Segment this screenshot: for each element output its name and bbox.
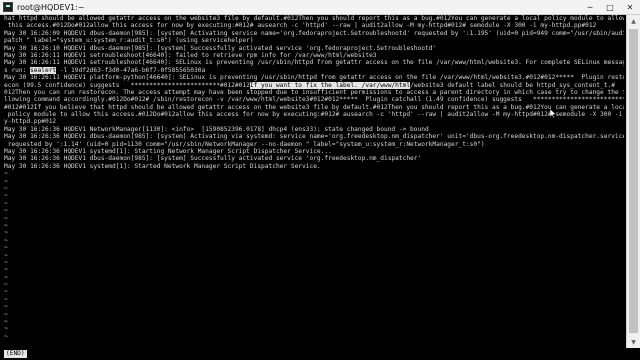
empty-line-marker: ~ [4,170,8,178]
vertical-scrollbar[interactable]: ▲ ▼ [626,15,640,348]
log-line: requested by ':1.14' (uid=0 pid=1130 com… [4,141,624,148]
log-line: hat httpd should be allowed getattr acce… [4,15,624,22]
empty-line-marker: ~ [4,310,8,318]
log-text: policy module to allow this access.#012D… [4,111,624,119]
log-line: May 30 16:26:36 HQDEV1 systemd[1]: Start… [4,148,624,155]
selected-text: sealert [30,66,57,74]
log-text: May 30 16:26:11 HQDEV1 platform-python[4… [4,74,624,82]
log-text: May 30 16:26:36 HQDEV1 NetworkManager[11… [4,125,429,133]
log-line: May 30 16:26:36 HQDEV1 dbus-daemon[985]:… [4,133,624,140]
empty-line-marker: ~ [4,295,8,303]
log-text: /website3 default label should be httpd_… [410,81,615,89]
empty-line-marker: ~ [4,214,8,222]
empty-line-marker: ~ [4,199,8,207]
maximize-button[interactable]: □ [600,0,620,14]
empty-line-marker: ~ [4,258,8,266]
scroll-down-arrow-icon[interactable]: ▼ [627,336,640,348]
log-text: requested by ':1.14' (uid=0 pid=1130 com… [4,140,485,148]
selected-text: If you want to fix the label. /var/www/h… [249,81,411,89]
log-text: y-httpd.pp#012 [4,118,57,126]
window-title: root@HQDEV1:~ [17,2,85,12]
scrollbar-thumb[interactable] [629,29,638,333]
log-line: llowing command accordingly.#012Do#012# … [4,96,624,103]
log-text: May 30 16:26:11 HQDEV1 setroubleshoot[46… [4,51,377,59]
terminal-icon [3,2,13,12]
empty-line-marker: ~ [4,273,8,281]
log-line: y-httpd.pp#012 [4,118,624,125]
empty-line-marker: ~ [4,303,8,311]
log-line: May 30 16:26:36 HQDEV1 systemd[1]: Start… [4,163,624,170]
log-text: 012Then you can run restorecon. The acce… [4,88,624,96]
log-line: this access.#012Do#012allow this access … [4,22,624,29]
log-text: May 30 16:26:36 HQDEV1 systemd[1]: Start… [4,148,332,156]
terminal-window: root@HQDEV1:~ ─ □ ✕ hat httpd should be … [0,0,640,360]
empty-line-marker: ~ [4,184,8,192]
minimize-button[interactable]: ─ [580,0,600,14]
log-line: #012#012If you believe that httpd should… [4,104,624,111]
empty-line-marker: ~ [4,318,8,326]
log-line: May 30 16:26:36 HQDEV1 NetworkManager[11… [4,126,624,133]
log-line: 012Then you can run restorecon. The acce… [4,89,624,96]
empty-line-marker: ~ [4,266,8,274]
log-line: May 30 16:26:11 HQDEV1 setroubleshoot[46… [4,52,624,59]
empty-line-marker: ~ [4,236,8,244]
empty-line-marker: ~ [4,221,8,229]
log-line: policy module to allow this access.#012D… [4,111,624,118]
empty-line-marker: ~ [4,288,8,296]
empty-line-marker: ~ [4,281,8,289]
log-text: #012#012If you believe that httpd should… [4,103,624,111]
title-bar[interactable]: root@HQDEV1:~ ─ □ ✕ [0,0,640,15]
empty-line-marker: ~ [4,332,8,340]
log-text: -l 19df2d63-f3d0-47a6-b6f7-0f585565030a [56,66,206,74]
terminal-output[interactable]: hat httpd should be allowed getattr acce… [0,15,624,348]
pager-status-text: (END) [4,350,27,358]
log-text: May 30 16:26:10 HQDEV1 dbus-daemon[985]:… [4,44,437,52]
empty-line-marker: ~ [4,177,8,185]
log-text: May 30 16:26:11 HQDEV1 setroubleshoot[46… [4,59,624,67]
log-line: econ (99.5 confidence) suggests ********… [4,81,624,89]
empty-line-marker: ~ [4,244,8,252]
log-line: s run: sealert -l 19df2d63-f3d0-47a6-b6f… [4,66,624,74]
log-text: May 30 16:26:36 HQDEV1 systemd[1]: Start… [4,162,321,170]
log-line: May 30 16:26:36 HQDEV1 dbus-daemon[985]:… [4,155,624,162]
window-controls: ─ □ ✕ [580,0,640,14]
log-text: May 30 16:26:36 HQDEV1 dbus-daemon[985]:… [4,133,624,141]
log-text: May 30 16:26:09 HQDEV1 dbus-daemon[985]:… [4,29,624,37]
log-text: llowing command accordingly.#012Do#012# … [4,96,624,104]
log-line: patch " label="system_u:system_r:audit_t… [4,37,624,44]
mouse-pointer-icon [550,109,556,118]
log-text: hat httpd should be allowed getattr acce… [4,15,624,22]
log-line: May 30 16:26:11 HQDEV1 setroubleshoot[46… [4,59,624,66]
close-button[interactable]: ✕ [620,0,640,14]
log-text: s run: [4,66,31,74]
empty-line-marker: ~ [4,192,8,200]
scroll-up-arrow-icon[interactable]: ▲ [627,15,640,27]
log-text: this access.#012Do#012allow this access … [4,22,597,30]
pager-status-bar: (END) [0,348,640,360]
empty-line-marker: ~ [4,207,8,215]
log-line: May 30 16:26:10 HQDEV1 dbus-daemon[985]:… [4,45,624,52]
log-line: May 30 16:26:09 HQDEV1 dbus-daemon[985]:… [4,30,624,37]
log-text: patch " label="system_u:system_r:audit_t… [4,37,254,45]
log-line: May 30 16:26:11 HQDEV1 platform-python[4… [4,74,624,81]
log-text: May 30 16:26:36 HQDEV1 dbus-daemon[985]:… [4,155,422,163]
empty-line-marker: ~ [4,229,8,237]
log-text: econ (99.5 confidence) suggests ********… [4,81,250,89]
empty-line-marker: ~ [4,325,8,333]
empty-line-marker: ~ [4,251,8,259]
